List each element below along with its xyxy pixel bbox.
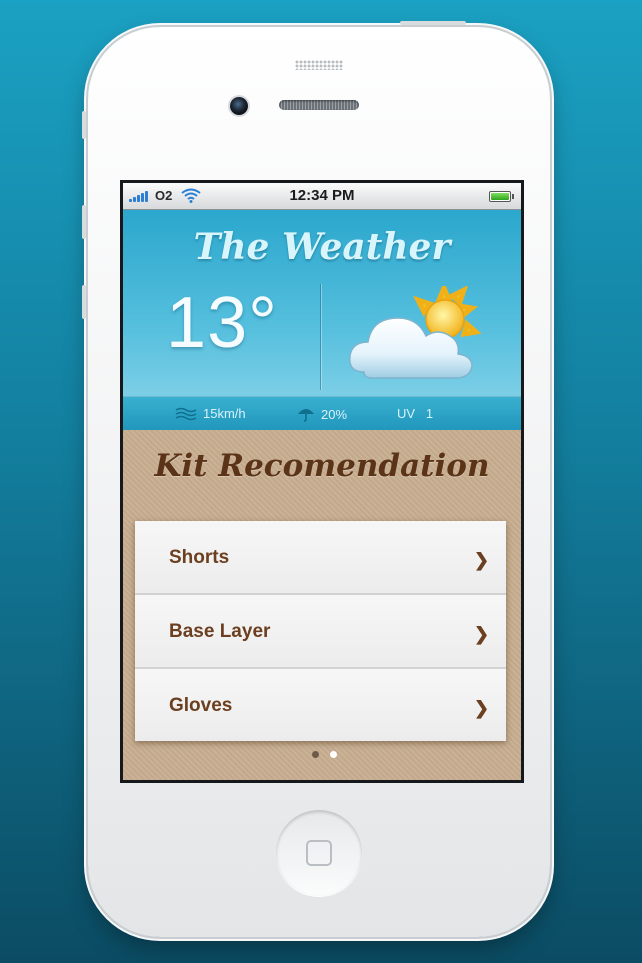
kit-item-label: Shorts [169, 547, 230, 568]
page-indicator[interactable] [312, 751, 338, 759]
kit-item-label: Base Layer [169, 621, 271, 642]
page-dot-2[interactable] [330, 751, 337, 758]
screen: O2 12:34 PM The Weather 13° 15km/h 20% U… [120, 180, 524, 783]
weather-title: The Weather [193, 226, 451, 268]
wind-stat: 15km/h [175, 406, 246, 421]
earpiece-speaker [279, 100, 359, 110]
speaker-grille [295, 60, 343, 70]
uv-value: 1 [425, 406, 434, 421]
status-bar: O2 12:34 PM [123, 183, 521, 210]
wind-value: 15km/h [203, 406, 246, 421]
weather-divider [320, 284, 321, 390]
weather-panel: The Weather 13° 15km/h 20% UV 1 [123, 210, 521, 432]
kit-item-label: Gloves [169, 695, 233, 716]
battery-icon [489, 191, 514, 202]
wind-icon [175, 407, 197, 421]
chevron-right-icon: ❯ [474, 550, 490, 570]
page-dot-1[interactable] [312, 751, 319, 758]
chevron-right-icon: ❯ [474, 624, 490, 644]
volume-down-button [82, 285, 86, 319]
phone-frame: O2 12:34 PM The Weather 13° 15km/h 20% U… [82, 21, 550, 937]
uv-stat: UV 1 [397, 406, 433, 421]
precipitation-stat: 20% [297, 406, 347, 422]
kit-panel: Kit Recomendation Shorts ❯ Base Layer ❯ … [123, 430, 521, 780]
home-square-icon [306, 840, 332, 866]
precipitation-value: 20% [321, 407, 348, 422]
kit-list: Shorts ❯ Base Layer ❯ Gloves ❯ [135, 521, 506, 741]
kit-item-gloves[interactable]: Gloves ❯ [135, 669, 506, 741]
front-camera [230, 97, 248, 115]
umbrella-icon [298, 409, 314, 422]
power-button [400, 21, 466, 25]
partly-cloudy-icon [349, 286, 482, 379]
volume-up-button [82, 205, 86, 239]
status-time: 12:34 PM [289, 187, 355, 204]
weather-stats-bar: 15km/h 20% UV 1 [123, 396, 521, 432]
mute-switch [82, 111, 86, 139]
home-button[interactable] [276, 810, 362, 896]
chevron-right-icon: ❯ [474, 698, 490, 718]
kit-title: Kit Recomendation [154, 448, 490, 484]
kit-item-shorts[interactable]: Shorts ❯ [135, 521, 506, 595]
kit-item-base-layer[interactable]: Base Layer ❯ [135, 595, 506, 669]
uv-label: UV [397, 406, 416, 421]
temperature: 13° [166, 283, 278, 363]
